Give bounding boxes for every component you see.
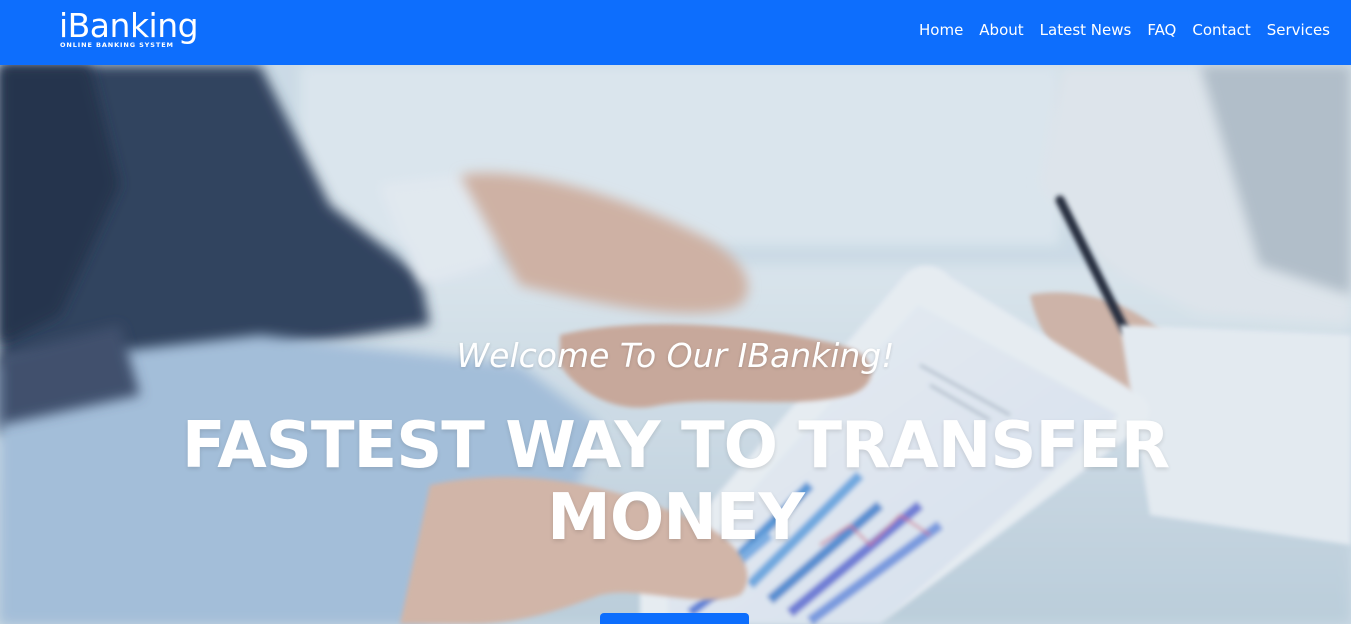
nav-item-about[interactable]: About — [979, 21, 1023, 39]
brand-logo[interactable]: iBanking ONLINE BANKING SYSTEM — [59, 6, 199, 50]
nav-item-services[interactable]: Services — [1267, 21, 1330, 39]
nav-item-faq[interactable]: FAQ — [1147, 21, 1176, 39]
hero-section: Welcome To Our IBanking! FASTEST WAY TO … — [0, 65, 1351, 624]
nav-item-home[interactable]: Home — [919, 21, 963, 39]
hero-cta-button[interactable] — [600, 613, 749, 624]
top-navbar: iBanking ONLINE BANKING SYSTEM Home Abou… — [0, 0, 1351, 65]
nav-item-contact[interactable]: Contact — [1192, 21, 1250, 39]
brand-name: iBanking — [59, 6, 199, 45]
main-nav: Home About Latest News FAQ Contact Servi… — [919, 21, 1330, 39]
nav-item-latest-news[interactable]: Latest News — [1040, 21, 1132, 39]
hero-tagline: Welcome To Our IBanking! — [456, 336, 895, 375]
hero-title: FASTEST WAY TO TRANSFER MONEY — [181, 409, 1170, 555]
